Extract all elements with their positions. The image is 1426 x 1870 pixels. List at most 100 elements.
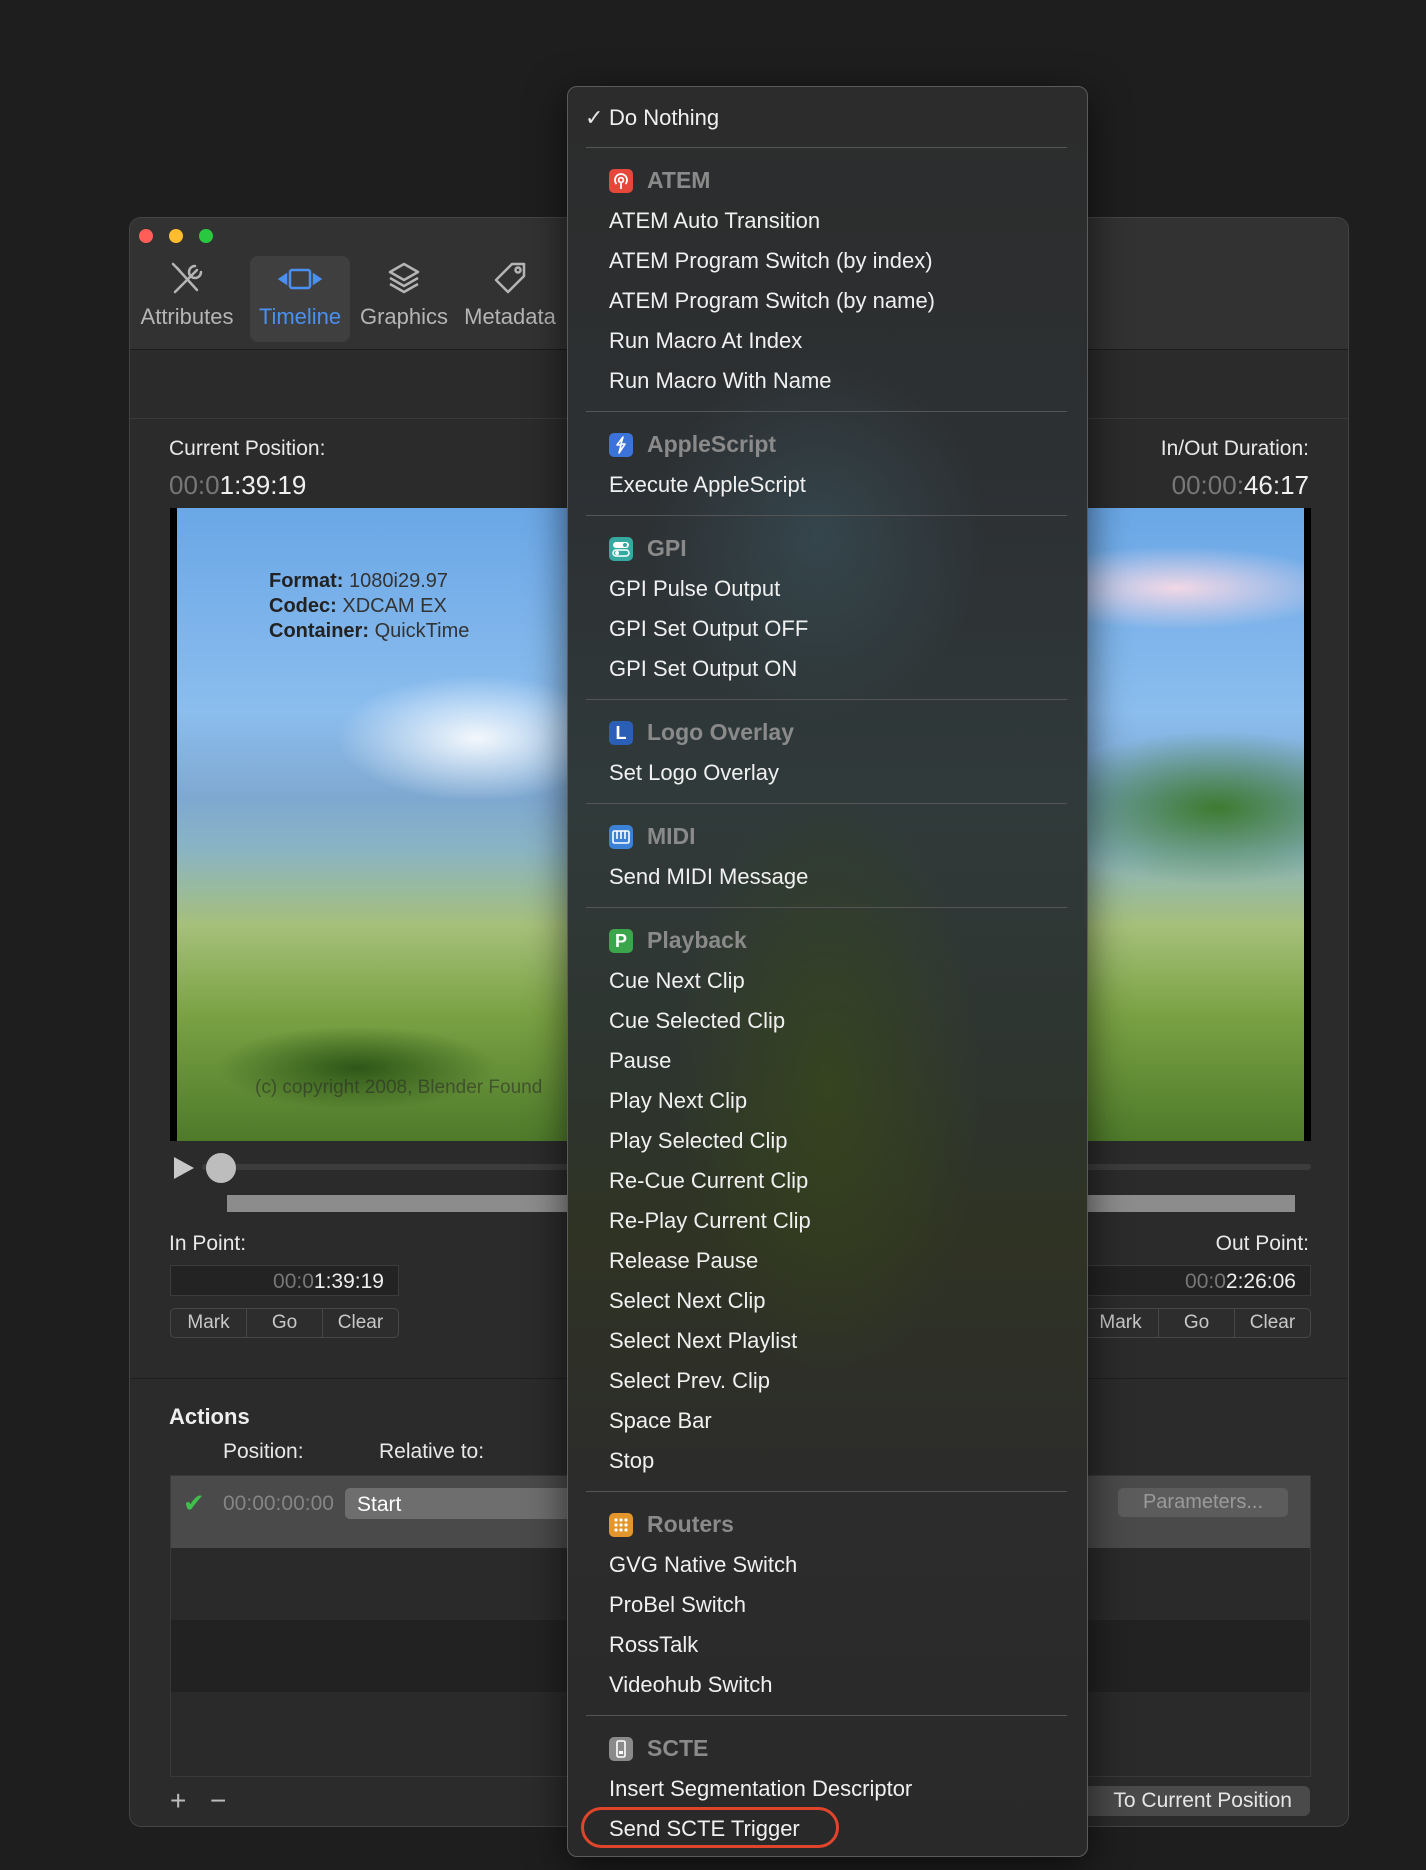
menu-item-atem-program-switch-name[interactable]: ATEM Program Switch (by name): [609, 288, 935, 314]
out-point-controls: Mark Go Clear: [1082, 1308, 1311, 1338]
tab-timeline[interactable]: Timeline: [250, 256, 350, 342]
atem-icon: [609, 168, 633, 193]
format-text: Format: 1080i29.97: [269, 570, 448, 592]
tools-icon: [137, 256, 237, 302]
menu-item-select-prev-clip[interactable]: Select Prev. Clip: [609, 1368, 770, 1394]
add-action-button[interactable]: +: [170, 1785, 186, 1817]
codec-text: Codec: XDCAM EX: [269, 595, 447, 617]
in-go-button[interactable]: Go: [247, 1309, 323, 1337]
play-button[interactable]: [170, 1155, 196, 1181]
menu-item-select-next-playlist[interactable]: Select Next Playlist: [609, 1328, 797, 1354]
menu-separator: [586, 1491, 1067, 1492]
copyright-text: (c) copyright 2008, Blender Found: [255, 1077, 543, 1098]
play-icon: [174, 1157, 194, 1179]
menu-header-gpi: GPI: [609, 535, 687, 562]
menu-item-play-next-clip[interactable]: Play Next Clip: [609, 1088, 747, 1114]
in-point-label: In Point:: [169, 1232, 247, 1255]
playback-icon: P: [609, 928, 633, 953]
menu-header-atem: ATEM: [609, 167, 710, 194]
action-type-menu: ✓ Do Nothing ATEM ATEM Auto Transition A…: [567, 86, 1088, 1857]
menu-header-logo-overlay: L Logo Overlay: [609, 719, 794, 746]
tab-graphics[interactable]: Graphics: [355, 256, 453, 342]
container-text: Container: QuickTime: [269, 620, 470, 642]
out-clear-button[interactable]: Clear: [1235, 1309, 1310, 1337]
current-position-label: Current Position:: [169, 437, 326, 460]
to-current-position-button[interactable]: To Current Position: [1050, 1786, 1310, 1816]
menu-item-stop[interactable]: Stop: [609, 1448, 654, 1474]
in-point-controls: Mark Go Clear: [170, 1308, 399, 1338]
inout-duration-label: In/Out Duration:: [1160, 437, 1309, 460]
applescript-icon: [609, 432, 633, 457]
menu-item-re-cue-current-clip[interactable]: Re-Cue Current Clip: [609, 1168, 808, 1194]
menu-item-select-next-clip[interactable]: Select Next Clip: [609, 1288, 766, 1314]
menu-header-scte: SCTE: [609, 1735, 708, 1762]
midi-keyboard-icon: [609, 824, 633, 849]
menu-item-space-bar[interactable]: Space Bar: [609, 1408, 712, 1434]
menu-item-release-pause[interactable]: Release Pause: [609, 1248, 758, 1274]
menu-item-rosstalk[interactable]: RossTalk: [609, 1632, 698, 1658]
inout-duration-value: 00:00:46:17: [1171, 470, 1309, 500]
in-mark-button[interactable]: Mark: [171, 1309, 247, 1337]
menu-item-re-play-current-clip[interactable]: Re-Play Current Clip: [609, 1208, 811, 1234]
routers-grid-icon: [609, 1512, 633, 1537]
menu-item-cue-next-clip[interactable]: Cue Next Clip: [609, 968, 745, 994]
menu-item-do-nothing[interactable]: Do Nothing: [609, 105, 719, 131]
menu-header-applescript: AppleScript: [609, 431, 776, 458]
tab-metadata[interactable]: Metadata: [460, 256, 560, 342]
menu-header-playback: P Playback: [609, 927, 747, 954]
checkmark-icon: ✓: [585, 105, 604, 130]
menu-item-run-macro-index[interactable]: Run Macro At Index: [609, 328, 802, 354]
tab-attributes[interactable]: Attributes: [137, 256, 237, 342]
zoom-window-button[interactable]: [199, 229, 213, 243]
layers-icon: [355, 256, 453, 302]
menu-item-gvg-native-switch[interactable]: GVG Native Switch: [609, 1552, 797, 1578]
minimize-window-button[interactable]: [169, 229, 183, 243]
out-point-label: Out Point:: [1215, 1232, 1309, 1255]
menu-item-gpi-set-off[interactable]: GPI Set Output OFF: [609, 616, 808, 642]
logo-overlay-icon: L: [609, 720, 633, 745]
playhead-knob[interactable]: [206, 1153, 236, 1183]
position-column-header: Position:: [223, 1440, 304, 1463]
close-window-button[interactable]: [139, 229, 153, 243]
menu-item-cue-selected-clip[interactable]: Cue Selected Clip: [609, 1008, 785, 1034]
parameters-button[interactable]: Parameters...: [1118, 1488, 1288, 1517]
menu-item-atem-program-switch-index[interactable]: ATEM Program Switch (by index): [609, 248, 933, 274]
timeline-icon: [250, 256, 350, 302]
relative-to-select[interactable]: Start: [345, 1488, 605, 1519]
menu-separator: [586, 907, 1067, 908]
menu-separator: [586, 515, 1067, 516]
actions-title: Actions: [169, 1404, 250, 1429]
enabled-check-icon[interactable]: ✔: [183, 1488, 205, 1519]
menu-item-atem-auto-transition[interactable]: ATEM Auto Transition: [609, 208, 820, 234]
out-go-button[interactable]: Go: [1159, 1309, 1235, 1337]
menu-item-send-midi-message[interactable]: Send MIDI Message: [609, 864, 808, 890]
menu-item-gpi-pulse-output[interactable]: GPI Pulse Output: [609, 576, 780, 602]
menu-item-videohub-switch[interactable]: Videohub Switch: [609, 1672, 773, 1698]
menu-separator: [586, 1715, 1067, 1716]
current-position-value: 00:01:39:19: [169, 470, 307, 500]
menu-item-pause[interactable]: Pause: [609, 1048, 671, 1074]
menu-item-execute-applescript[interactable]: Execute AppleScript: [609, 472, 806, 498]
menu-header-routers: Routers: [609, 1511, 734, 1538]
menu-item-play-selected-clip[interactable]: Play Selected Clip: [609, 1128, 788, 1154]
row-position-field[interactable]: 00:00:00:00: [223, 1492, 334, 1516]
out-point-field[interactable]: 00:02:26:06: [1082, 1265, 1311, 1296]
menu-item-run-macro-name[interactable]: Run Macro With Name: [609, 368, 832, 394]
menu-item-probel-switch[interactable]: ProBel Switch: [609, 1592, 746, 1618]
gpi-toggle-icon: [609, 536, 633, 561]
menu-separator: [586, 803, 1067, 804]
tag-icon: [460, 256, 560, 302]
out-mark-button[interactable]: Mark: [1083, 1309, 1159, 1337]
menu-item-set-logo-overlay[interactable]: Set Logo Overlay: [609, 760, 779, 786]
menu-separator: [586, 411, 1067, 412]
menu-separator: [586, 147, 1067, 148]
in-clear-button[interactable]: Clear: [323, 1309, 398, 1337]
menu-item-gpi-set-on[interactable]: GPI Set Output ON: [609, 656, 797, 682]
relative-column-header: Relative to:: [379, 1440, 485, 1463]
in-point-field[interactable]: 00:01:39:19: [170, 1265, 399, 1296]
menu-separator: [586, 699, 1067, 700]
highlight-ring: [581, 1807, 839, 1848]
menu-header-midi: MIDI: [609, 823, 696, 850]
remove-action-button[interactable]: −: [210, 1785, 226, 1817]
menu-item-insert-segmentation-descriptor[interactable]: Insert Segmentation Descriptor: [609, 1776, 912, 1802]
